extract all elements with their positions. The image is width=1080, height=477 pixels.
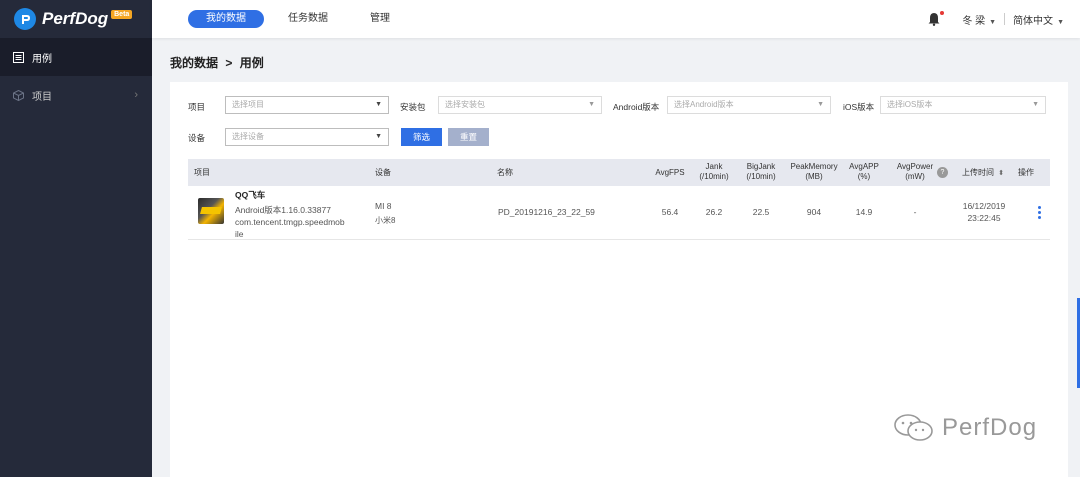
package-filter-label: 安装包: [400, 102, 426, 112]
device-filter-label: 设备: [188, 133, 206, 143]
caret-down-icon: ▼: [1032, 101, 1039, 108]
col-device: 设备: [375, 168, 391, 177]
breadcrumb-parent[interactable]: 我的数据: [170, 56, 218, 70]
language-menu[interactable]: 简体中文 ▼: [1013, 12, 1064, 27]
table-row[interactable]: QQ飞车 Android版本1.16.0.33877 com.tencent.t…: [188, 186, 1050, 240]
app-name[interactable]: QQ飞车: [235, 189, 345, 201]
bell-icon[interactable]: [928, 11, 945, 26]
brand-logo[interactable]: PerfDog Beta: [0, 0, 152, 38]
watermark: PerfDog: [892, 412, 1037, 444]
project-filter-label: 项目: [188, 102, 206, 112]
avgfps-value: 56.4: [661, 207, 679, 217]
android-filter-label: Android版本: [613, 102, 660, 112]
top-nav: 我的数据 任务数据 管理 冬 梁 ▼ 简体中文 ▼: [152, 0, 1080, 38]
col-peakmemory: PeakMemory (MB): [790, 162, 838, 181]
beta-badge: Beta: [111, 9, 133, 19]
chevron-right-icon: ›: [134, 89, 138, 101]
peakmemory-value: 904: [806, 207, 822, 217]
bigjank-value: 22.5: [752, 207, 770, 217]
android-version-select[interactable]: 选择Android版本 ▼: [667, 96, 831, 114]
sidebar-item-cases[interactable]: 用例: [0, 38, 152, 76]
filter-button[interactable]: 筛选: [401, 128, 442, 146]
record-name[interactable]: PD_20191216_23_22_59: [498, 206, 595, 218]
sidebar: PerfDog Beta 用例 项目 ›: [0, 0, 152, 477]
col-avgpower: AvgPower (mW): [896, 162, 934, 181]
col-name: 名称: [497, 168, 513, 177]
col-jank: Jank (/10min): [699, 162, 729, 181]
ios-version-select[interactable]: 选择iOS版本 ▼: [880, 96, 1046, 114]
user-menu[interactable]: 冬 梁 ▼: [962, 12, 996, 27]
help-icon[interactable]: ?: [937, 167, 948, 178]
col-upload-time[interactable]: 上传时间 ⬍: [962, 168, 1004, 179]
col-avgapp: AvgAPP (%): [849, 162, 879, 181]
ios-filter-label: iOS版本: [843, 102, 875, 112]
more-actions-icon[interactable]: [1038, 206, 1041, 219]
avgpower-value: -: [913, 207, 917, 217]
col-avgfps: AvgFPS: [655, 168, 685, 177]
caret-down-icon: ▼: [1057, 18, 1064, 26]
list-icon: [12, 51, 24, 63]
breadcrumb-separator: >: [225, 56, 233, 70]
cube-icon: [12, 89, 24, 101]
app-version: Android版本1.16.0.33877: [235, 205, 331, 215]
caret-down-icon: ▼: [989, 18, 997, 26]
table-header: 项目 设备 名称 AvgFPS Jank (/10min) BigJank (/…: [188, 159, 1050, 186]
project-select[interactable]: 选择项目 ▼: [225, 96, 389, 114]
app-package: com.tencent.tmgp.speedmob: [235, 217, 345, 227]
wechat-icon: [894, 414, 933, 441]
sidebar-item-projects[interactable]: 项目 ›: [0, 76, 152, 114]
caret-down-icon: ▼: [588, 101, 595, 108]
upload-time-value: 16/12/2019 23:22:45: [962, 201, 1006, 223]
sidebar-item-label: 项目: [32, 91, 52, 103]
caret-down-icon: ▼: [375, 101, 382, 108]
breadcrumb-current: 用例: [239, 56, 264, 70]
jank-value: 26.2: [705, 207, 723, 217]
caret-down-icon: ▼: [817, 101, 824, 108]
tab-manage[interactable]: 管理: [352, 10, 408, 28]
device-select[interactable]: 选择设备 ▼: [225, 128, 389, 146]
divider: [1004, 13, 1006, 25]
reset-button[interactable]: 重置: [448, 128, 489, 146]
game-app-icon: [198, 198, 224, 224]
col-actions: 操作: [1018, 168, 1034, 177]
breadcrumb: 我的数据 > 用例: [170, 54, 264, 71]
tab-my-data[interactable]: 我的数据: [188, 10, 264, 28]
device-model: MI 8: [375, 201, 392, 211]
notification-dot: [940, 11, 945, 15]
col-bigjank: BigJank (/10min): [746, 162, 776, 181]
sort-icon[interactable]: ⬍: [998, 170, 1004, 177]
tab-task-data[interactable]: 任务数据: [270, 10, 346, 28]
package-select[interactable]: 选择安装包 ▼: [438, 96, 602, 114]
brand-name: PerfDog: [42, 9, 109, 28]
avgapp-value: 14.9: [855, 207, 873, 217]
col-project: 项目: [194, 168, 210, 177]
sidebar-item-label: 用例: [32, 53, 52, 65]
perfdog-logo-icon: [14, 8, 36, 30]
device-name: 小米8: [375, 216, 396, 225]
app-package-cont: ile: [235, 229, 244, 239]
caret-down-icon: ▼: [375, 133, 382, 140]
